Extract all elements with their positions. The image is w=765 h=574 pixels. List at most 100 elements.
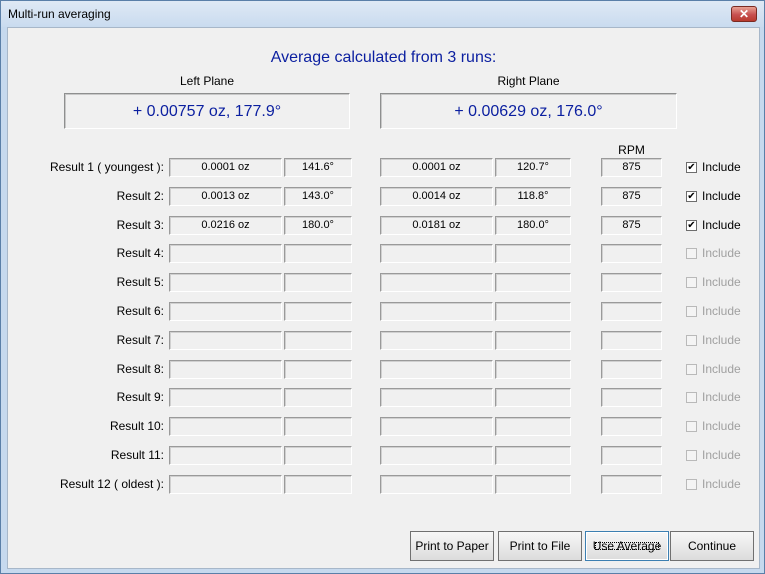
result-row-label: Result 4:: [116, 246, 164, 260]
left-angle-cell: [284, 331, 352, 350]
left-amount-cell: [169, 302, 282, 321]
right-amount-cell: [380, 388, 493, 407]
left-angle-cell: [284, 360, 352, 379]
result-row-label: Result 9:: [116, 390, 164, 404]
rpm-cell: [601, 475, 662, 494]
print-to-file-button[interactable]: Print to File: [498, 531, 582, 561]
include-checkbox: Include: [686, 245, 752, 262]
include-checkbox: Include: [686, 303, 752, 320]
continue-button[interactable]: Continue: [670, 531, 754, 561]
include-label: Include: [702, 189, 741, 203]
rpm-cell: [601, 244, 662, 263]
include-label: Include: [702, 275, 741, 289]
left-angle-cell: [284, 446, 352, 465]
include-label: Include: [702, 304, 741, 318]
include-label: Include: [702, 477, 741, 491]
right-angle-cell: [495, 302, 571, 321]
right-angle-cell: [495, 273, 571, 292]
right-plane-label: Right Plane: [497, 74, 560, 88]
right-angle-cell: [495, 446, 571, 465]
include-label: Include: [702, 218, 741, 232]
right-angle-cell: 118.8°: [495, 187, 571, 206]
include-checkbox: Include: [686, 418, 752, 435]
left-angle-cell: [284, 475, 352, 494]
left-angle-cell: [284, 244, 352, 263]
left-amount-cell: [169, 446, 282, 465]
left-angle-cell: 141.6°: [284, 158, 352, 177]
checkbox-box: [686, 335, 697, 346]
rpm-cell: [601, 273, 662, 292]
include-label: Include: [702, 246, 741, 260]
include-checkbox: Include: [686, 447, 752, 464]
rpm-cell: 875: [601, 216, 662, 235]
window-title: Multi-run averaging: [8, 7, 111, 21]
right-amount-cell: [380, 475, 493, 494]
left-angle-cell: [284, 273, 352, 292]
result-row-label: Result 7:: [116, 333, 164, 347]
rpm-cell: [601, 446, 662, 465]
include-checkbox: Include: [686, 361, 752, 378]
rpm-cell: [601, 302, 662, 321]
right-amount-cell: [380, 273, 493, 292]
left-plane-label: Left Plane: [179, 74, 235, 88]
dialog-client-area: Average calculated from 3 runs: Left Pla…: [7, 27, 760, 569]
include-label: Include: [702, 419, 741, 433]
checkbox-box: [686, 421, 697, 432]
print-to-paper-button[interactable]: Print to Paper: [410, 531, 494, 561]
result-row-label: Result 12 ( oldest ):: [59, 477, 164, 491]
result-row-label: Result 6:: [116, 304, 164, 318]
left-amount-cell: [169, 417, 282, 436]
rpm-cell: 875: [601, 158, 662, 177]
right-amount-cell: [380, 446, 493, 465]
right-amount-cell: 0.0014 oz: [380, 187, 493, 206]
include-checkbox: Include: [686, 274, 752, 291]
left-amount-cell: [169, 331, 282, 350]
use-average-label: Use Average: [592, 539, 662, 553]
include-checkbox[interactable]: ✔ Include: [686, 188, 752, 205]
checkbox-box: [686, 392, 697, 403]
left-amount-cell: [169, 388, 282, 407]
checkbox-box: [686, 479, 697, 490]
checkbox-box: [686, 277, 697, 288]
result-row-label: Result 11:: [110, 448, 164, 462]
right-angle-cell: [495, 331, 571, 350]
left-angle-cell: 180.0°: [284, 216, 352, 235]
right-angle-cell: 180.0°: [495, 216, 571, 235]
right-amount-cell: [380, 302, 493, 321]
include-checkbox: Include: [686, 476, 752, 493]
checkbox-box: [686, 248, 697, 259]
include-label: Include: [702, 160, 741, 174]
left-amount-cell: 0.0013 oz: [169, 187, 282, 206]
include-checkbox[interactable]: ✔ Include: [686, 159, 752, 176]
include-checkbox: Include: [686, 332, 752, 349]
rpm-cell: [601, 417, 662, 436]
right-angle-cell: [495, 244, 571, 263]
left-angle-cell: 143.0°: [284, 187, 352, 206]
rpm-cell: [601, 360, 662, 379]
result-row-label: Result 1 ( youngest ):: [49, 160, 164, 174]
use-average-button[interactable]: Use Average: [585, 531, 669, 561]
left-amount-cell: [169, 475, 282, 494]
right-amount-cell: [380, 244, 493, 263]
dialog-window: Multi-run averaging ✕ Average calculated…: [0, 0, 765, 574]
include-label: Include: [702, 448, 741, 462]
include-label: Include: [702, 390, 741, 404]
include-checkbox: Include: [686, 389, 752, 406]
result-row-label: Result 10:: [109, 419, 164, 433]
result-row-label: Result 8:: [116, 362, 164, 376]
left-amount-cell: 0.0216 oz: [169, 216, 282, 235]
checkmark-icon: ✔: [686, 162, 697, 173]
right-angle-cell: [495, 417, 571, 436]
right-angle-cell: [495, 475, 571, 494]
right-amount-cell: 0.0001 oz: [380, 158, 493, 177]
checkmark-icon: ✔: [686, 191, 697, 202]
right-angle-cell: [495, 388, 571, 407]
result-row-label: Result 2:: [116, 189, 164, 203]
close-button[interactable]: ✕: [731, 6, 757, 22]
right-plane-average: + 0.00629 oz, 176.0°: [380, 93, 677, 129]
include-checkbox[interactable]: ✔ Include: [686, 217, 752, 234]
title-bar[interactable]: Multi-run averaging ✕: [1, 1, 764, 27]
rpm-cell: [601, 388, 662, 407]
rpm-header: RPM: [618, 143, 645, 157]
right-amount-cell: [380, 331, 493, 350]
